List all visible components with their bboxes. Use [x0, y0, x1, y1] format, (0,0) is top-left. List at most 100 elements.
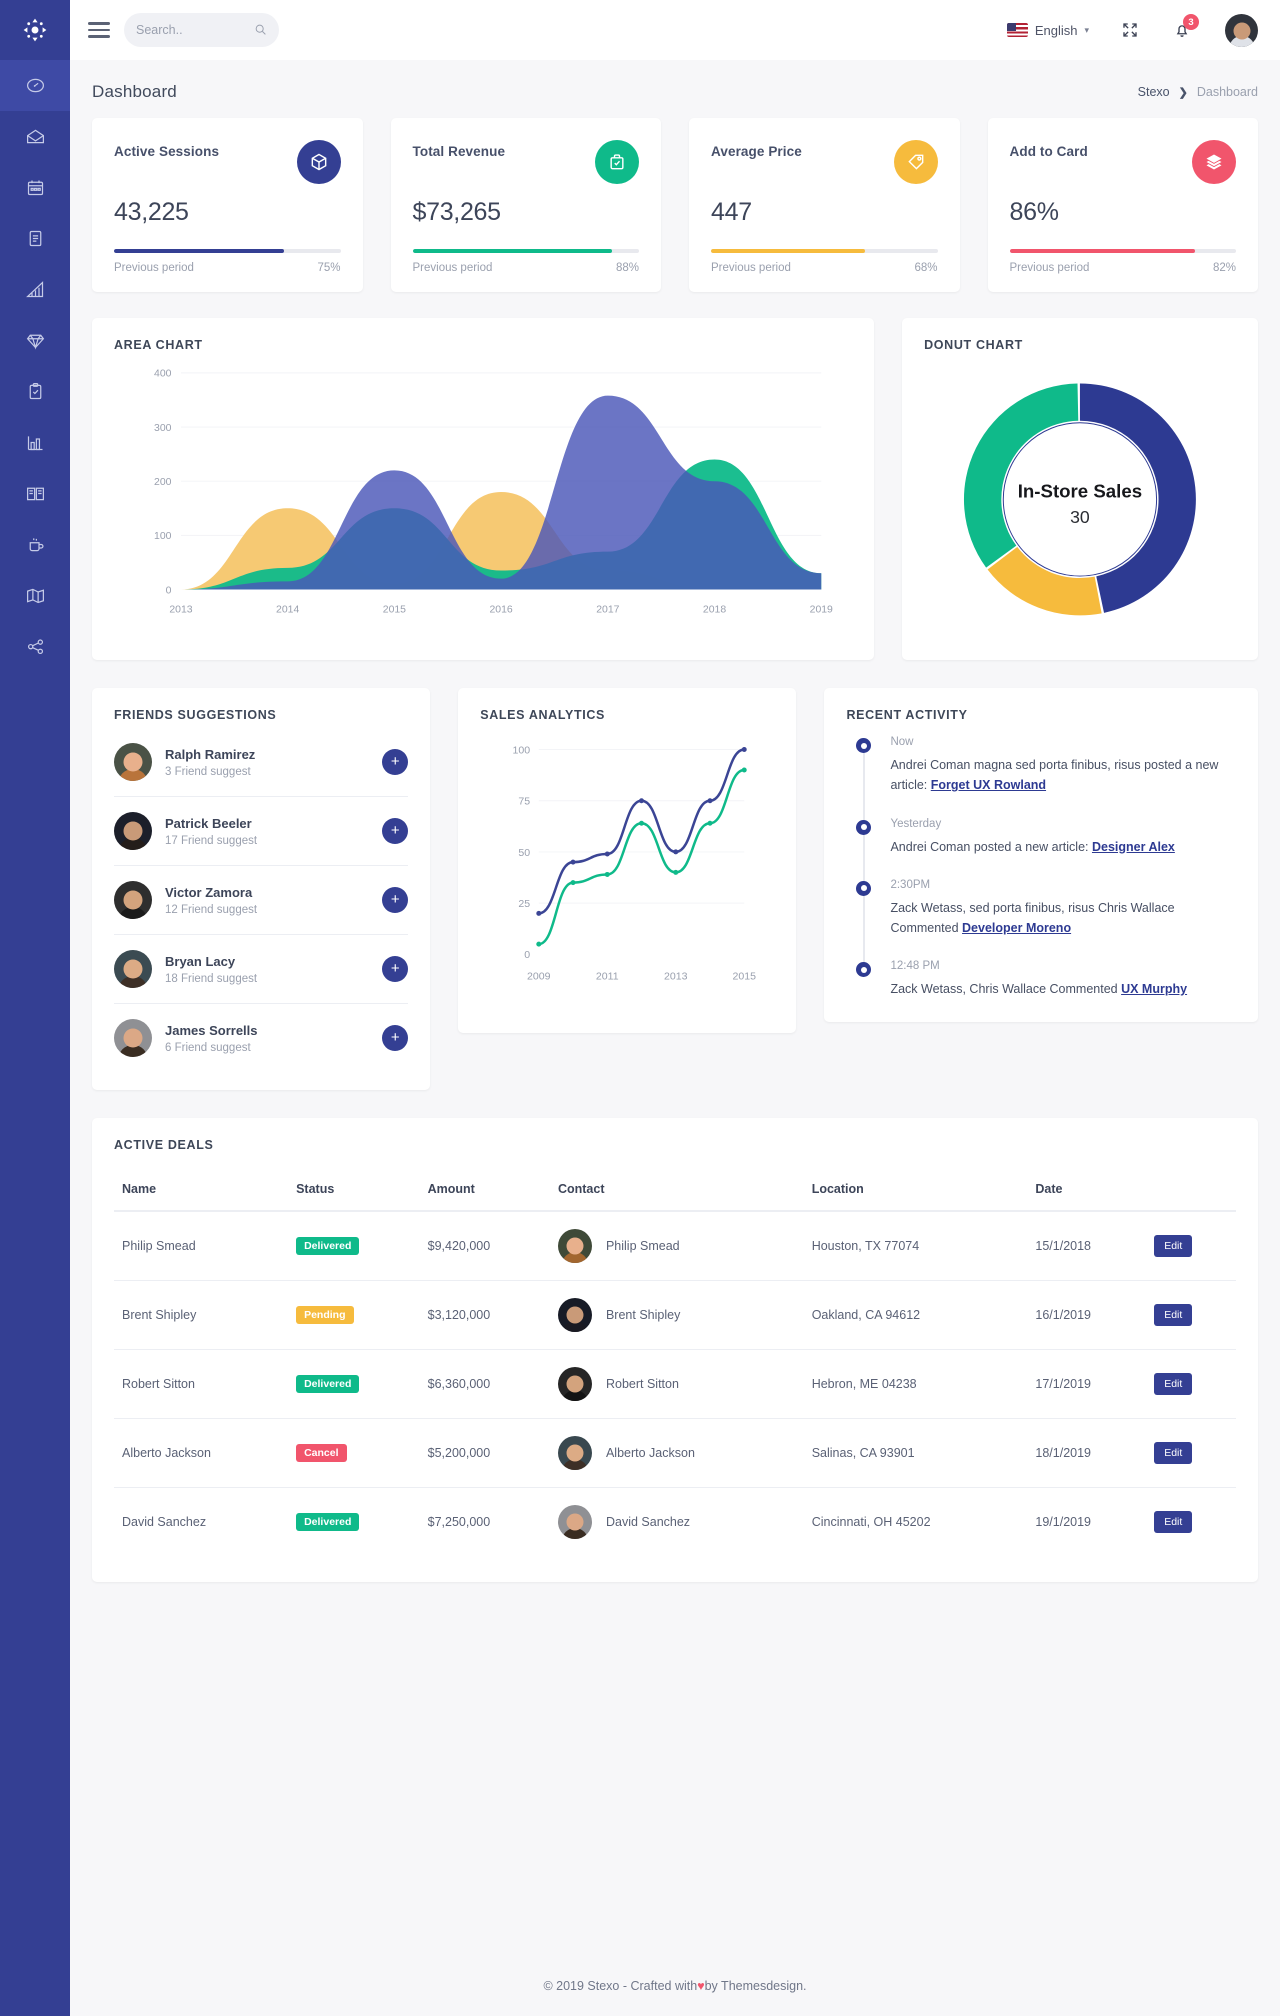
svg-text:2015: 2015 [383, 604, 406, 615]
column-header: Location [803, 1172, 1028, 1212]
table-row: David Sanchez Delivered $7,250,000 David Sa… [114, 1488, 1236, 1557]
avatar [114, 1019, 152, 1057]
sales-line-chart[interactable]: 0 25 50 75 100 2009 2011 2013 2015 [480, 722, 774, 1010]
stat-label: Add to Card [1009, 144, 1088, 159]
sidebar-item-email[interactable] [0, 111, 70, 162]
hamburger-icon[interactable] [88, 22, 110, 38]
activity-body: Zack Wetass, Chris Wallace Commented [890, 982, 1122, 997]
friends-suggestions-card: FRIENDS SUGGESTIONS Ralph Ramirez 3 Frien… [92, 688, 431, 1090]
progress-footer: Previous period 68% [711, 262, 938, 274]
edit-button[interactable]: Edit [1154, 1235, 1193, 1257]
sidebar-item-tables[interactable] [0, 468, 70, 519]
svg-text:100: 100 [513, 744, 531, 756]
diamond-icon [26, 334, 44, 350]
sidebar-item-tasks[interactable] [0, 366, 70, 417]
svg-text:300: 300 [154, 423, 172, 434]
sidebar-item-maps[interactable] [0, 570, 70, 621]
avatar [557, 1298, 592, 1332]
page-header: Dashboard Stexo ❯ Dashboard [92, 60, 1258, 118]
timeline-dot-icon [856, 962, 872, 978]
cell-actions: Edit [1146, 1211, 1236, 1281]
notifications-button[interactable]: 3 [1173, 14, 1199, 39]
activity-time: 12:48 PM [890, 960, 940, 973]
svg-text:2009: 2009 [527, 970, 551, 982]
friend-suggest-count: 6 Friend suggest [165, 1041, 251, 1054]
svg-text:25: 25 [519, 898, 531, 910]
book-open-icon [26, 487, 44, 501]
deals-title: ACTIVE DEALS [114, 1138, 214, 1152]
activity-item: 12:48 PM Zack Wetass, Chris Wallace Comme… [850, 960, 1236, 1003]
svg-text:200: 200 [154, 477, 172, 488]
sidebar-item-pages[interactable] [0, 213, 70, 264]
sidebar-item-components[interactable] [0, 315, 70, 366]
area-chart-title: AREA CHART [114, 338, 203, 352]
add-friend-button[interactable]: + [382, 818, 409, 844]
contact-name: Alberto Jackson [605, 1446, 695, 1460]
sidebar-item-charts[interactable] [0, 417, 70, 468]
language-selector[interactable]: English ▾ [1006, 23, 1089, 38]
column-header [1146, 1172, 1236, 1212]
cell-date: 15/1/2018 [1027, 1211, 1147, 1281]
stat-top: Total Revenue [413, 140, 639, 184]
footer-text-before: © 2019 Stexo - Crafted with [543, 1979, 698, 1993]
activity-link[interactable]: Designer Alex [1092, 840, 1175, 854]
contact-name: Robert Sitton [605, 1377, 679, 1391]
edit-button[interactable]: Edit [1154, 1511, 1193, 1533]
timeline-line [863, 833, 865, 885]
sidebar-logo[interactable] [0, 0, 70, 60]
edit-button[interactable]: Edit [1154, 1373, 1193, 1395]
breadcrumb: Stexo ❯ Dashboard [1138, 85, 1258, 99]
avatar [114, 950, 152, 988]
edit-button[interactable]: Edit [1154, 1304, 1193, 1326]
svg-text:2019: 2019 [810, 604, 833, 615]
cell-date: 17/1/2019 [1027, 1349, 1147, 1419]
sidebar-item-widgets[interactable] [0, 519, 70, 570]
activity-link[interactable]: Developer Moreno [962, 921, 1071, 935]
active-deals-card: ACTIVE DEALS Name Status Amount Contact Loca… [92, 1118, 1258, 1582]
cell-status: Pending [288, 1280, 420, 1350]
activity-text: Andrei Coman magna sed porta finibus, ri… [890, 755, 1236, 796]
activity-link[interactable]: Forget UX Rowland [931, 778, 1046, 792]
search-box[interactable] [124, 13, 279, 47]
sidebar-item-dashboard[interactable] [0, 60, 70, 111]
search-input[interactable] [136, 23, 267, 37]
add-friend-button[interactable]: + [382, 887, 409, 913]
cell-location: Houston, TX 77074 [803, 1211, 1028, 1281]
progress-percent: 88% [615, 262, 639, 274]
briefcase-check-icon [595, 140, 639, 184]
footer-text-after: by Themesdesign. [704, 1979, 807, 1993]
sales-analytics-card: SALES ANALYTICS 0 25 50 75 100 2009 2011 2013 20… [458, 688, 797, 1033]
deals-table-body: Philip Smead Delivered $9,420,000 Philip Sm… [114, 1211, 1236, 1556]
friend-name: Ralph Ramirez [165, 746, 256, 762]
add-friend-button[interactable]: + [382, 749, 409, 775]
progress-footer: Previous period 75% [114, 262, 341, 274]
move-crosshair-icon [23, 18, 47, 42]
donut-chart[interactable]: In-Store Sales 30 [924, 352, 1236, 637]
list-item: James Sorrells 6 Friend suggest + [114, 1004, 409, 1072]
add-friend-button[interactable]: + [382, 956, 409, 982]
activity-text: Zack Wetass, Chris Wallace Commented UX … [890, 979, 1236, 999]
charts-row: AREA CHART 0 100 200 300 400 2013 2014 2015 2016… [92, 318, 1258, 660]
add-friend-button[interactable]: + [382, 1025, 409, 1051]
cell-location: Cincinnati, OH 45202 [811, 1515, 931, 1529]
app-root: English ▾ 3 [0, 0, 1280, 2016]
sidebar-item-multi-level[interactable] [0, 621, 70, 672]
list-item: Victor Zamora 12 Friend suggest + [114, 866, 409, 935]
avatar[interactable] [1225, 13, 1258, 47]
sidebar-item-ui-elements[interactable] [0, 264, 70, 315]
activity-link[interactable]: UX Murphy [1121, 982, 1187, 996]
area-chart[interactable]: 0 100 200 300 400 2013 2014 2015 2016 2017 2018 201… [114, 352, 852, 637]
progress-percent: 75% [317, 262, 341, 274]
edit-button[interactable]: Edit [1154, 1442, 1193, 1464]
svg-text:0: 0 [525, 949, 531, 961]
stat-top: Average Price [711, 140, 938, 184]
avatar [114, 881, 152, 919]
cell-actions: Edit [1146, 1418, 1236, 1488]
friends-list: Ralph Ramirez 3 Friend suggest + Patrick Be… [114, 728, 409, 1072]
sidebar-item-calendar[interactable] [0, 162, 70, 213]
cell-contact: Alberto Jackson [549, 1418, 804, 1488]
fullscreen-button[interactable] [1121, 21, 1139, 39]
timeline-dot-icon [856, 738, 872, 753]
svg-text:400: 400 [154, 369, 172, 380]
breadcrumb-root[interactable]: Stexo [1138, 85, 1170, 99]
